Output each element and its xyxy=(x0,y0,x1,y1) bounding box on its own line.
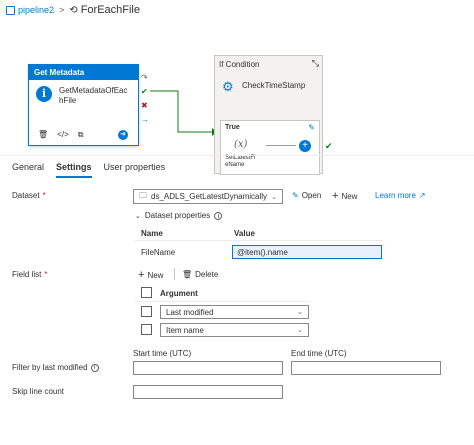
toolbar-divider xyxy=(174,268,175,280)
if-condition-icon: ⚙ xyxy=(222,79,234,94)
activity-name: CheckTimeStamp xyxy=(242,81,306,90)
argument-dropdown[interactable]: Last modified ⌄ xyxy=(160,305,309,319)
if-condition-success-icon[interactable]: ✔ xyxy=(325,141,333,152)
dataset-icon: 🗀 xyxy=(139,190,147,200)
filter-label: Filter by last modified i xyxy=(12,363,99,372)
breadcrumb-current: ForEachFile xyxy=(80,4,140,16)
end-time-input[interactable] xyxy=(291,361,441,375)
panel-divider xyxy=(0,155,474,156)
breadcrumb: pipeline2 > ⟲ ForEachFile xyxy=(6,3,140,17)
edit-icon: ✎ xyxy=(292,191,299,200)
plus-icon: + xyxy=(138,269,145,281)
arrow-right-icon[interactable]: ➜ xyxy=(118,130,128,140)
chevron-down-icon: ⌄ xyxy=(297,309,303,316)
delete-icon: 🗑 xyxy=(182,270,193,279)
skip-connector-icon[interactable]: ↷ xyxy=(141,73,148,82)
tab-settings[interactable]: Settings xyxy=(56,162,92,178)
get-metadata-activity[interactable]: Get Metadata i GetMetadataOfEac hFile 🗑 … xyxy=(28,64,139,146)
foreach-icon: ⟲ xyxy=(69,4,78,16)
activity-header: Get Metadata xyxy=(29,65,138,80)
true-branch[interactable]: True ✎ (x) SetLatestFi eName + xyxy=(220,120,320,175)
add-activity-icon[interactable]: + xyxy=(299,140,311,152)
open-dataset-button[interactable]: ✎ Open xyxy=(292,191,321,200)
breadcrumb-separator: > xyxy=(59,5,65,15)
select-all-checkbox[interactable] xyxy=(141,287,152,298)
properties-tabs: General Settings User properties xyxy=(12,162,165,178)
dataset-properties-toggle[interactable]: ⌄ Dataset properties i xyxy=(135,211,223,220)
dataset-value: ds_ADLS_GetLatestDynamically xyxy=(151,192,268,201)
branch-arrow xyxy=(266,145,296,146)
field-new-button[interactable]: + New xyxy=(138,269,163,281)
set-variable-icon: (x) xyxy=(234,139,248,150)
code-icon[interactable]: </> xyxy=(57,130,69,140)
copy-icon[interactable]: ⧉ xyxy=(78,130,84,140)
info-icon: i xyxy=(36,86,52,102)
chevron-down-icon: ⌄ xyxy=(297,327,303,334)
argument-dropdown[interactable]: Item name ⌄ xyxy=(160,323,309,337)
tab-general[interactable]: General xyxy=(12,162,44,178)
external-link-icon: ↗ xyxy=(418,191,426,200)
info-icon: i xyxy=(214,211,223,220)
dataset-dropdown[interactable]: 🗀 ds_ADLS_GetLatestDynamically ⌄ xyxy=(133,189,283,204)
plus-icon: + xyxy=(332,190,339,202)
skip-line-count-input[interactable] xyxy=(133,385,283,399)
dp-value-input[interactable]: @item().name xyxy=(232,245,382,259)
argument-divider xyxy=(135,301,310,302)
skip-line-count-label: Skip line count xyxy=(12,387,65,396)
completion-connector-icon[interactable]: → xyxy=(141,115,149,124)
activity-name: GetMetadataOfEac hFile xyxy=(59,86,128,105)
learn-more-link[interactable]: Learn more ↗ xyxy=(375,191,426,200)
activity-header: If Condition xyxy=(219,60,260,69)
tab-user-properties[interactable]: User properties xyxy=(104,162,166,178)
dp-row-name: FileName xyxy=(141,248,176,257)
true-label: True xyxy=(225,124,240,131)
dp-name-header: Name xyxy=(141,229,163,238)
start-time-label: Start time (UTC) xyxy=(133,349,192,358)
pipeline-canvas[interactable]: Get Metadata i GetMetadataOfEac hFile 🗑 … xyxy=(0,20,474,175)
dataset-label: Dataset * xyxy=(12,191,46,200)
dp-value-header: Value xyxy=(234,229,255,238)
breadcrumb-pipeline-link[interactable]: pipeline2 xyxy=(18,5,54,15)
pipeline-icon xyxy=(6,5,15,15)
chevron-down-icon: ⌄ xyxy=(271,193,277,201)
argument-header: Argument xyxy=(160,289,198,298)
field-delete-button[interactable]: 🗑 Delete xyxy=(182,270,218,279)
start-time-input[interactable] xyxy=(133,361,283,375)
if-condition-activity[interactable]: If Condition ⤡ ⚙ CheckTimeStamp True ✎ (… xyxy=(214,55,323,175)
argument-row-checkbox[interactable] xyxy=(141,324,152,335)
dp-divider xyxy=(135,240,383,241)
delete-icon[interactable]: 🗑 xyxy=(38,130,48,140)
chevron-down-icon: ⌄ xyxy=(135,212,141,220)
field-list-label: Field list * xyxy=(12,270,48,279)
argument-row-checkbox[interactable] xyxy=(141,306,152,317)
failure-connector-icon[interactable]: ✖ xyxy=(141,101,148,110)
collapse-icon[interactable]: ⤡ xyxy=(312,58,319,69)
set-variable-name: SetLatestFi eName xyxy=(225,155,256,168)
end-time-label: End time (UTC) xyxy=(291,349,347,358)
success-connector-icon[interactable]: ✔ xyxy=(141,87,148,96)
edit-icon[interactable]: ✎ xyxy=(308,123,315,132)
info-icon: i xyxy=(90,363,99,372)
new-dataset-button[interactable]: + New xyxy=(332,190,357,202)
